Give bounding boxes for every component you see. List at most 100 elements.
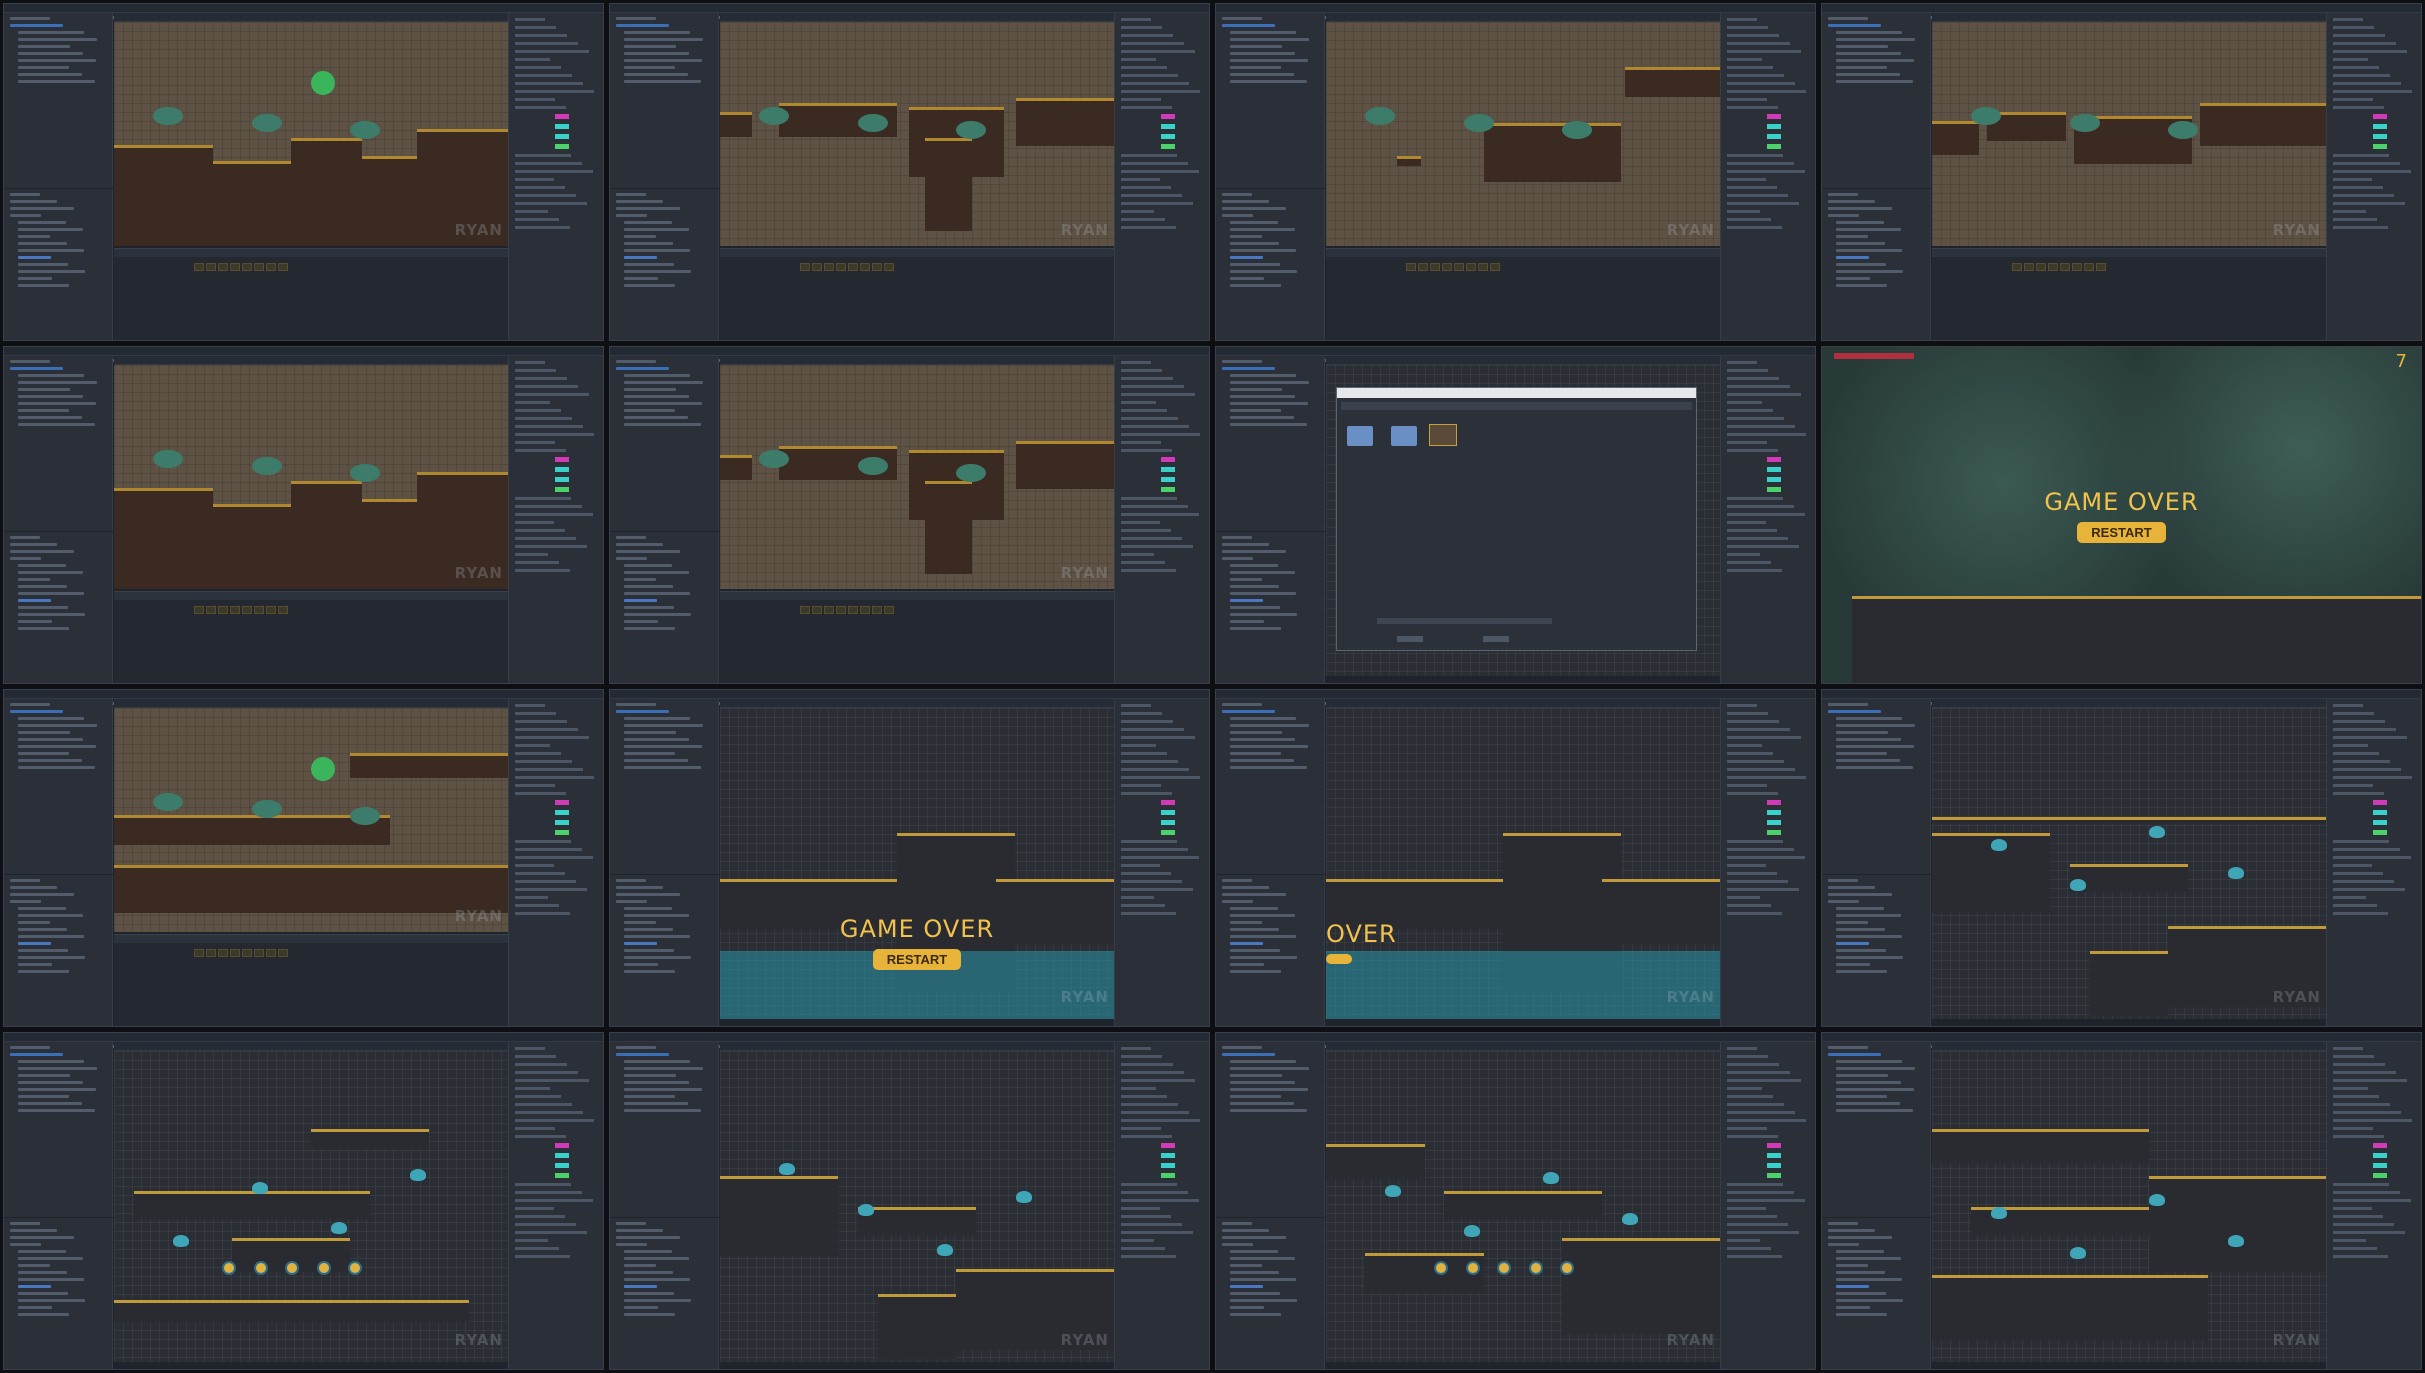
viewport[interactable] <box>1326 1051 1720 1363</box>
inspector-property[interactable] <box>1727 888 1799 891</box>
filesystem-item[interactable] <box>1222 556 1253 560</box>
filesystem-item[interactable] <box>1222 199 1269 203</box>
inspector-property[interactable] <box>515 513 593 516</box>
filesystem-item[interactable] <box>1222 878 1252 882</box>
scene-tree-item[interactable] <box>1230 381 1309 384</box>
filesystem-item[interactable] <box>18 248 84 252</box>
scene-tree-item[interactable] <box>624 409 675 412</box>
inspector-property[interactable] <box>515 1173 597 1178</box>
scene-tree-item[interactable] <box>18 1109 95 1112</box>
inspector-property[interactable] <box>1121 433 1200 436</box>
scene-tree-item[interactable] <box>624 59 702 62</box>
scene-tree-item[interactable] <box>1828 703 1868 706</box>
restart-button[interactable]: RESTART <box>872 948 962 970</box>
filesystem-item[interactable] <box>1836 1270 1885 1274</box>
inspector-property[interactable] <box>1727 202 1799 205</box>
scene-tree-item[interactable] <box>624 1060 690 1063</box>
filesystem-item[interactable] <box>1836 220 1884 224</box>
inspector-property[interactable] <box>1121 202 1193 205</box>
inspector-property[interactable] <box>515 888 587 891</box>
inspector-property[interactable] <box>1121 760 1178 763</box>
inspector-property[interactable] <box>2333 864 2372 867</box>
inspector-property[interactable] <box>1727 1095 1773 1098</box>
inspector-property[interactable] <box>515 162 582 165</box>
inspector-property[interactable] <box>515 26 556 29</box>
inspector-property[interactable] <box>515 74 572 77</box>
inspector-property[interactable] <box>1727 1199 1805 1202</box>
filesystem-item[interactable] <box>18 591 84 595</box>
inspector-property[interactable] <box>1727 553 1760 556</box>
inspector-property[interactable] <box>1121 82 1189 85</box>
inspector-property[interactable] <box>1727 34 1779 37</box>
tile-swatch[interactable] <box>836 263 846 272</box>
filesystem-item[interactable] <box>18 1312 69 1316</box>
inspector-property[interactable] <box>1121 134 1203 139</box>
tile-swatch[interactable] <box>884 263 894 272</box>
filesystem-item[interactable] <box>18 598 51 602</box>
inspector-property[interactable] <box>1121 1173 1203 1178</box>
inspector-property[interactable] <box>1121 800 1203 805</box>
filesystem-item[interactable] <box>1230 1305 1264 1309</box>
scene-tree-item[interactable] <box>1836 1109 1913 1112</box>
scene-tree-item[interactable] <box>1836 766 1913 769</box>
inspector-property[interactable] <box>1121 194 1182 197</box>
filesystem-item[interactable] <box>624 934 690 938</box>
inspector-property[interactable] <box>1121 74 1178 77</box>
tile-swatch[interactable] <box>812 606 822 615</box>
filesystem-item[interactable] <box>18 234 50 238</box>
scene-tree-item[interactable] <box>1230 52 1295 55</box>
inspector-property[interactable] <box>515 186 565 189</box>
tile-swatch[interactable] <box>218 263 228 272</box>
inspector-property[interactable] <box>2333 98 2373 101</box>
scene-tree-item[interactable] <box>1230 1081 1295 1084</box>
inspector-property[interactable] <box>1121 1103 1178 1106</box>
inspector-property[interactable] <box>2333 736 2407 739</box>
scene-tree-item[interactable] <box>1836 1067 1915 1070</box>
inspector-property[interactable] <box>515 66 561 69</box>
scene-tree-item[interactable] <box>624 717 690 720</box>
inspector-property[interactable] <box>1727 449 1778 452</box>
inspector-property[interactable] <box>1121 1183 1177 1186</box>
inspector-property[interactable] <box>1727 561 1771 564</box>
inspector-property[interactable] <box>2333 800 2415 805</box>
filesystem-item[interactable] <box>624 1263 656 1267</box>
scene-tree-item[interactable] <box>624 1102 688 1105</box>
filesystem-item[interactable] <box>1222 1242 1253 1246</box>
tile-swatch[interactable] <box>2048 263 2058 272</box>
tile-swatch[interactable] <box>218 606 228 615</box>
inspector-property[interactable] <box>2333 1191 2400 1194</box>
tile-swatch[interactable] <box>824 263 834 272</box>
inspector-property[interactable] <box>1121 42 1184 45</box>
inspector-property[interactable] <box>2333 1103 2390 1106</box>
scene-tree-item[interactable] <box>1230 1088 1308 1091</box>
tile-swatch[interactable] <box>1454 263 1464 272</box>
scene-tree-item[interactable] <box>616 360 656 363</box>
inspector-property[interactable] <box>515 417 572 420</box>
tile-swatch[interactable] <box>872 606 882 615</box>
filesystem-item[interactable] <box>1230 577 1262 581</box>
filesystem-item[interactable] <box>616 556 647 560</box>
scene-tree-item[interactable] <box>624 52 689 55</box>
viewport[interactable]: GAME OVER RESTART <box>720 708 1114 1020</box>
inspector-property[interactable] <box>515 1199 593 1202</box>
tile-swatch[interactable] <box>242 949 252 958</box>
filesystem-item[interactable] <box>10 535 40 539</box>
inspector-property[interactable] <box>1121 58 1156 61</box>
filesystem-item[interactable] <box>1230 913 1295 917</box>
inspector-property[interactable] <box>1121 880 1182 883</box>
inspector-property[interactable] <box>515 529 565 532</box>
inspector-property[interactable] <box>1727 1143 1809 1148</box>
inspector-property[interactable] <box>515 106 566 109</box>
filesystem-item[interactable] <box>1222 549 1286 553</box>
inspector-property[interactable] <box>1727 82 1795 85</box>
inspector-property[interactable] <box>515 545 587 548</box>
scene-tree-item[interactable] <box>624 1095 675 1098</box>
filesystem-item[interactable] <box>1836 906 1884 910</box>
tile-swatch[interactable] <box>2024 263 2034 272</box>
inspector-property[interactable] <box>515 114 597 119</box>
scene-tree-item[interactable] <box>624 1067 703 1070</box>
inspector-property[interactable] <box>515 1153 597 1158</box>
inspector-property[interactable] <box>515 800 597 805</box>
filesystem-item[interactable] <box>18 262 68 266</box>
inspector-property[interactable] <box>1727 210 1760 213</box>
